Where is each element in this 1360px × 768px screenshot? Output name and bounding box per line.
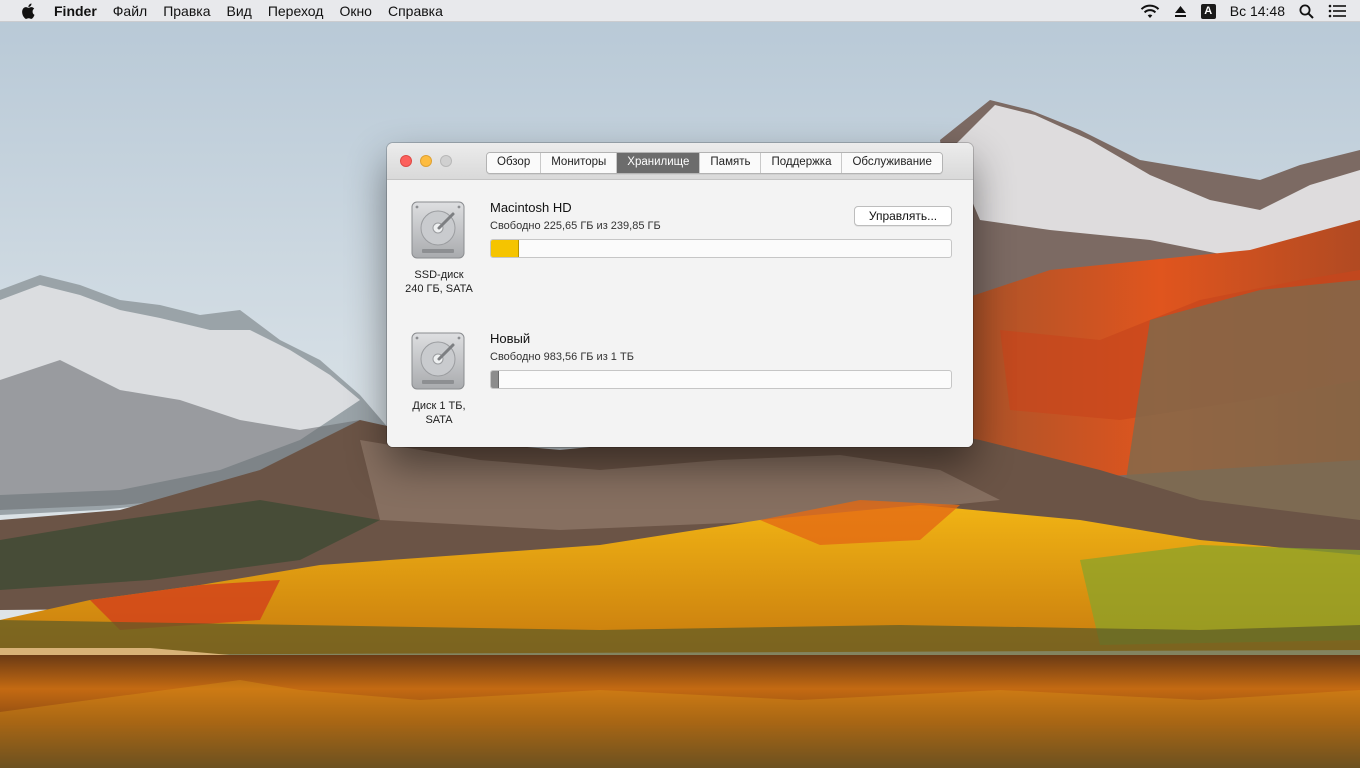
menu-view[interactable]: Вид: [219, 0, 260, 22]
disk-type-label: Диск 1 ТБ,: [412, 400, 466, 412]
tab-overview[interactable]: Обзор: [487, 153, 542, 173]
manage-button[interactable]: Управлять...: [854, 206, 952, 226]
disk-caption: SSD-диск 240 ГБ, SATA: [394, 268, 484, 296]
eject-icon[interactable]: [1174, 5, 1187, 18]
disk-name: Новый: [490, 331, 531, 346]
window-close-button[interactable]: [400, 155, 412, 167]
tab-storage[interactable]: Хранилище: [617, 153, 701, 173]
window-titlebar[interactable]: Обзор Мониторы Хранилище Память Поддержк…: [387, 143, 973, 180]
input-source-badge[interactable]: A: [1200, 3, 1216, 19]
storage-usage-fill: [491, 371, 500, 388]
menu-help[interactable]: Справка: [380, 0, 451, 22]
tab-support[interactable]: Поддержка: [761, 153, 843, 173]
menu-window[interactable]: Окно: [331, 0, 380, 22]
tab-bar: Обзор Мониторы Хранилище Память Поддержк…: [486, 152, 943, 174]
menu-edit[interactable]: Правка: [155, 0, 218, 22]
disk-size-label: SATA: [425, 414, 453, 426]
storage-panel: SSD-диск 240 ГБ, SATA Macintosh HD Свобо…: [387, 180, 973, 447]
wifi-icon[interactable]: [1140, 4, 1160, 19]
hard-drive-icon: [411, 332, 465, 390]
disk-caption: Диск 1 ТБ, SATA: [394, 399, 484, 427]
storage-usage-bar: [490, 239, 952, 258]
about-this-mac-window: Обзор Мониторы Хранилище Память Поддержк…: [387, 143, 973, 447]
disk-name: Macintosh HD: [490, 200, 572, 215]
disk-size-label: 240 ГБ, SATA: [405, 283, 473, 295]
hard-drive-icon: [411, 201, 465, 259]
disk-free-space: Свободно 983,56 ГБ из 1 ТБ: [490, 351, 634, 363]
tab-memory[interactable]: Память: [700, 153, 762, 173]
menu-app-finder[interactable]: Finder: [46, 0, 105, 22]
menu-bar: Finder Файл Правка Вид Переход Окно Спра…: [0, 0, 1360, 22]
tab-service[interactable]: Обслуживание: [842, 153, 942, 173]
disk-row-macintosh-hd: SSD-диск 240 ГБ, SATA Macintosh HD Свобо…: [387, 180, 973, 310]
disk-type-label: SSD-диск: [414, 269, 464, 281]
menu-clock[interactable]: Вс 14:48: [1230, 3, 1285, 19]
spotlight-search-icon[interactable]: [1299, 4, 1314, 19]
window-zoom-button: [440, 155, 452, 167]
menu-file[interactable]: Файл: [105, 0, 155, 22]
notification-center-icon[interactable]: [1328, 4, 1346, 18]
storage-usage-fill: [491, 240, 520, 257]
apple-menu-icon[interactable]: [18, 0, 38, 22]
storage-usage-bar: [490, 370, 952, 389]
disk-free-space: Свободно 225,65 ГБ из 239,85 ГБ: [490, 220, 661, 232]
disk-row-new: Диск 1 ТБ, SATA Новый Свободно 983,56 ГБ…: [387, 311, 973, 441]
window-minimize-button[interactable]: [420, 155, 432, 167]
tab-displays[interactable]: Мониторы: [541, 153, 618, 173]
menu-go[interactable]: Переход: [260, 0, 332, 22]
